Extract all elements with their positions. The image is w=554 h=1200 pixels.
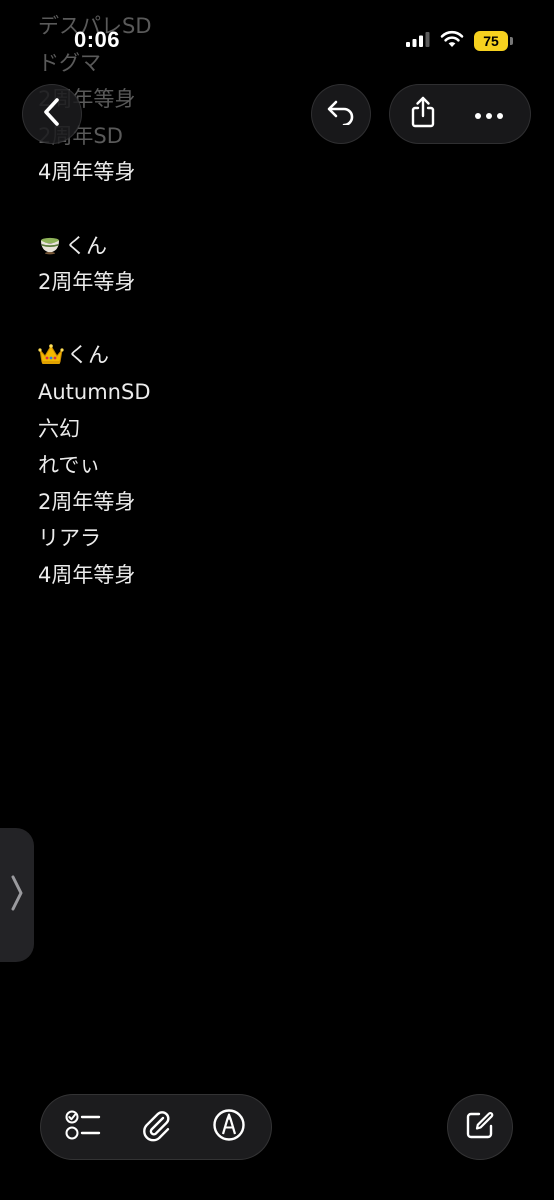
- note-line[interactable]: くん: [38, 228, 534, 265]
- more-button[interactable]: [456, 85, 522, 143]
- checklist-button[interactable]: [53, 1097, 113, 1157]
- side-drawer-handle[interactable]: [0, 828, 34, 962]
- attachment-button[interactable]: [126, 1097, 186, 1157]
- share-more-group: [389, 84, 531, 144]
- markup-button[interactable]: [199, 1097, 259, 1157]
- note-line[interactable]: 2周年等身: [38, 484, 534, 521]
- teacup-icon: [38, 232, 62, 269]
- note-line[interactable]: 2周年等身: [38, 264, 534, 301]
- note-line[interactable]: 4周年等身: [38, 154, 534, 191]
- compose-button[interactable]: [447, 1094, 513, 1160]
- battery-level: 75: [483, 33, 499, 49]
- note-line[interactable]: AutumnSD: [38, 374, 534, 411]
- note-line[interactable]: 六幻: [38, 411, 534, 448]
- markup-pen-icon: [212, 1108, 246, 1146]
- status-time: 0:06: [74, 27, 121, 52]
- notes-screen: デスパレSD ドグマ 2周年等身 2周年SD 4周年等身 くん 2周年等身 くん…: [0, 0, 554, 1200]
- wifi-icon: [440, 30, 464, 52]
- note-line[interactable]: 4周年等身: [38, 557, 534, 594]
- back-button[interactable]: [22, 84, 82, 144]
- undo-arrow-icon: [326, 99, 356, 129]
- crown-icon: [38, 341, 64, 378]
- battery-nub: [510, 37, 513, 45]
- status-indicators: 75: [406, 30, 513, 52]
- note-line-empty[interactable]: [38, 301, 534, 338]
- bottom-toolbar: [40, 1094, 272, 1160]
- note-line[interactable]: くん: [38, 337, 534, 374]
- checklist-icon: [65, 1109, 101, 1145]
- chevron-left-icon: [41, 97, 63, 131]
- share-button[interactable]: [390, 85, 456, 143]
- undo-button[interactable]: [311, 84, 371, 144]
- compose-icon: [465, 1110, 495, 1144]
- note-line[interactable]: リアラ: [38, 520, 534, 557]
- chevron-right-icon: [10, 873, 24, 917]
- share-icon: [409, 96, 437, 132]
- note-line[interactable]: れでぃ: [38, 447, 534, 484]
- note-line-empty[interactable]: [38, 191, 534, 228]
- battery-icon: 75: [474, 31, 513, 51]
- cellular-signal-icon: [406, 31, 430, 51]
- paperclip-icon: [141, 1108, 171, 1146]
- ellipsis-icon: [474, 105, 504, 124]
